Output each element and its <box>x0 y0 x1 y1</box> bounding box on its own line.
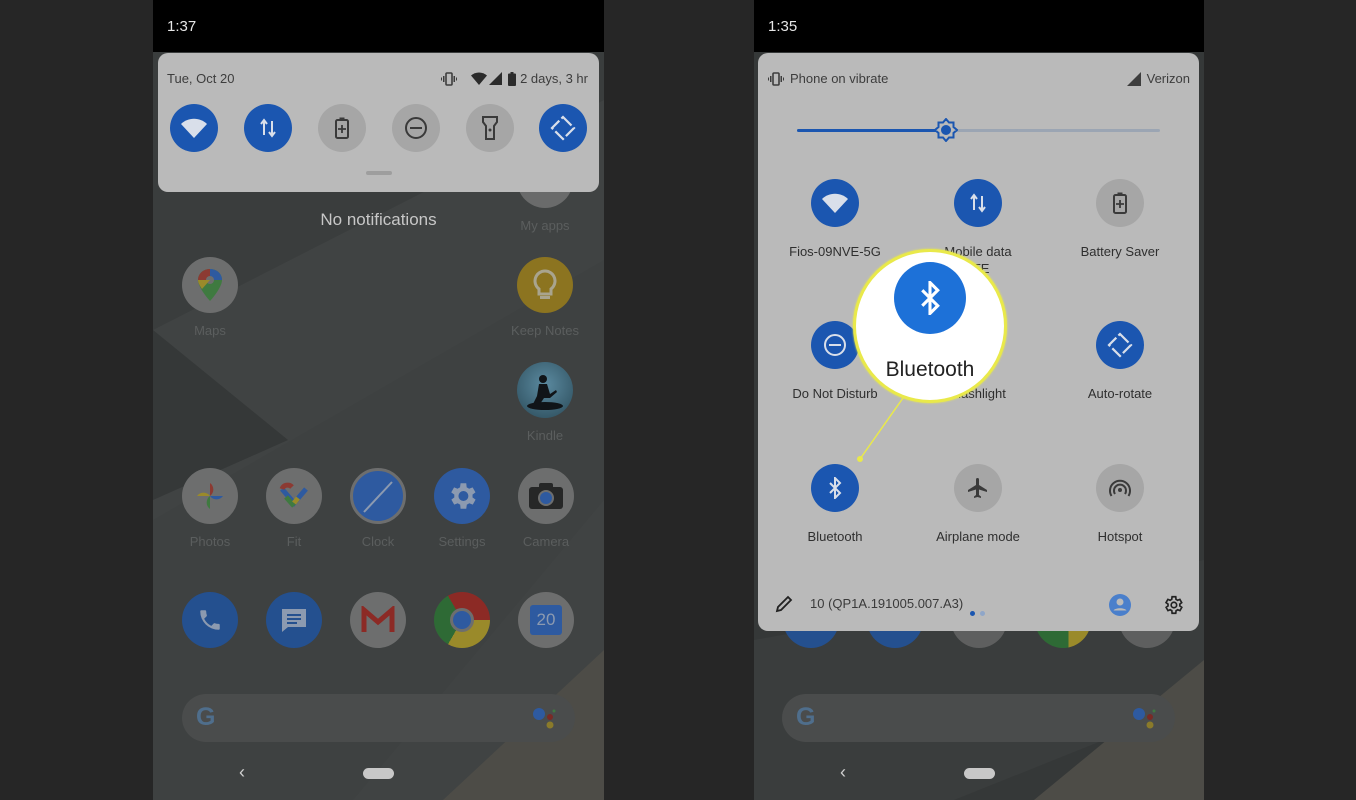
screenshot-canvas: 1:37 My apps Maps Keep Notes Kindle Phot… <box>0 0 1356 800</box>
bluetooth-callout: Bluetooth <box>853 249 1007 403</box>
callout-bluetooth-tile <box>894 262 966 334</box>
callout-label: Bluetooth <box>885 358 975 381</box>
callout-pointer <box>857 397 904 462</box>
bluetooth-icon <box>921 281 940 315</box>
